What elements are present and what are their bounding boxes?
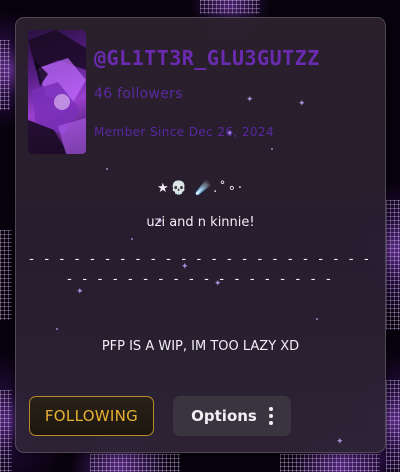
star-dot (316, 318, 318, 320)
star-dot (106, 168, 108, 170)
background-grid-glow (0, 390, 12, 472)
following-button[interactable]: FOLLOWING (29, 396, 154, 436)
profile-username: @GL1TT3R_GLU3GUTZZ (94, 46, 320, 70)
background-grid-glow (386, 200, 400, 330)
background-grid-glow (200, 0, 260, 14)
background-grid-glow (90, 454, 180, 472)
sparkle-icon: ✦ (298, 99, 306, 109)
bio-line: PFP IS A WIP, IM TOO LAZY XD (101, 339, 300, 354)
profile-card: ✦ ✦ ✦ ✦ ✦ ✦ ✦ ✦ @GL1TT3R_GLU3GUTZZ 46 fo… (15, 17, 386, 453)
profile-avatar[interactable] (28, 30, 86, 154)
bio-divider: - - - - - - - - - - - - - - - - - - - - … (29, 252, 372, 287)
star-dot (56, 328, 58, 330)
following-button-label: FOLLOWING (44, 407, 139, 425)
avatar-art (28, 30, 86, 154)
vertical-ellipsis-icon (268, 407, 273, 425)
sparkle-icon: ✦ (336, 437, 344, 447)
bio-line: uzi and n kinnie! (146, 215, 255, 230)
sparkle-icon: ✦ (246, 95, 254, 105)
background-grid-glow (0, 230, 12, 320)
member-since: Member Since Dec 26, 2024 (94, 125, 274, 139)
bio-emoji-line: ★💀 ☄️.˚∘· (156, 181, 245, 196)
options-button[interactable]: Options (173, 396, 291, 436)
star-dot (271, 148, 273, 150)
follower-count[interactable]: 46 followers (94, 86, 183, 102)
star-dot (131, 238, 133, 240)
background-grid-glow (280, 454, 380, 472)
options-button-label: Options (191, 407, 257, 425)
background-grid-glow (0, 40, 10, 110)
background-grid-glow (386, 380, 400, 472)
